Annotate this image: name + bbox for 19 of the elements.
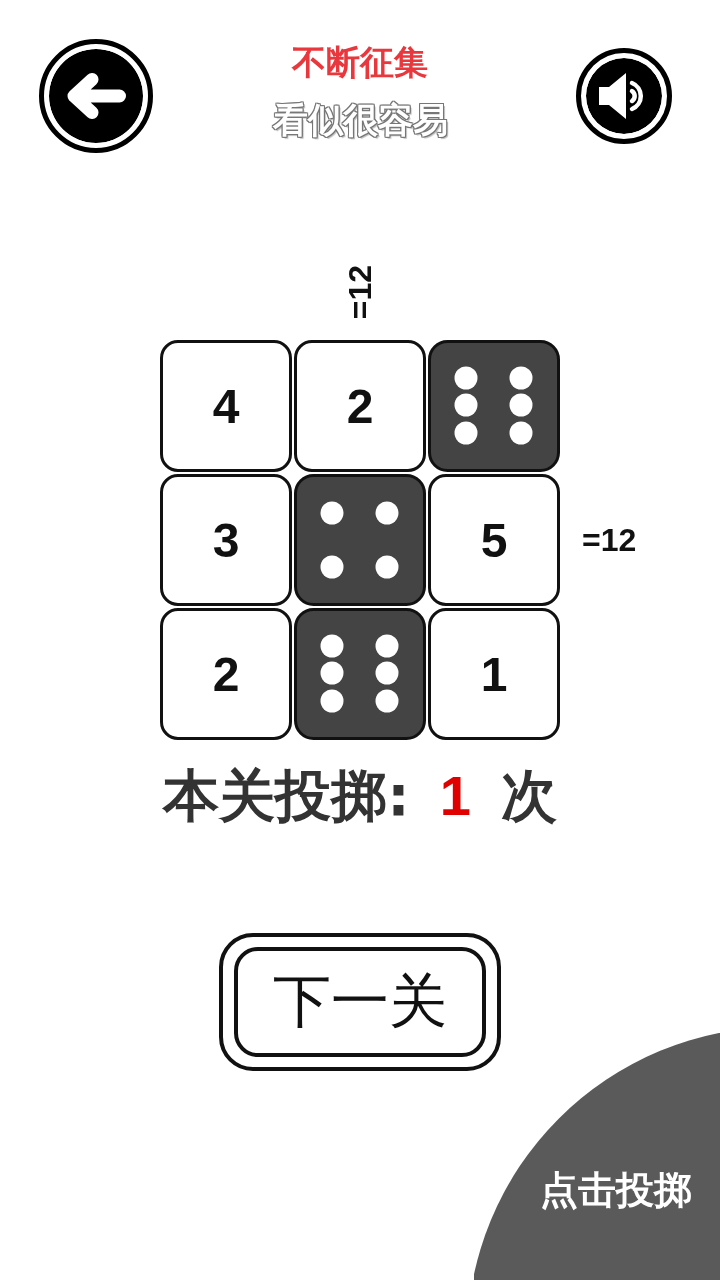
- die-icon: [294, 608, 426, 741]
- arrow-left-icon: [66, 73, 126, 119]
- number-tile: 2: [294, 340, 426, 473]
- row-sum-label: =12: [582, 524, 637, 557]
- level-subtitle: 看似很容易: [272, 100, 448, 141]
- number-tile: 4: [160, 340, 292, 473]
- die-icon: [428, 340, 560, 473]
- number-tile: 1: [428, 608, 560, 741]
- number-tile: 2: [160, 608, 292, 741]
- roll-dice-button[interactable]: 点击投掷: [474, 1033, 720, 1280]
- number-tile: 5: [428, 474, 560, 607]
- throws-unit: 次: [500, 762, 557, 830]
- throws-label: 本关投掷:: [163, 762, 410, 830]
- next-level-button[interactable]: 下一关: [219, 933, 501, 1072]
- column-sum-label: =12: [344, 265, 376, 320]
- level-title: 不断征集: [292, 43, 428, 83]
- throws-count: 1: [439, 763, 471, 830]
- number-tile: 3: [160, 474, 292, 607]
- die-icon: [294, 474, 426, 607]
